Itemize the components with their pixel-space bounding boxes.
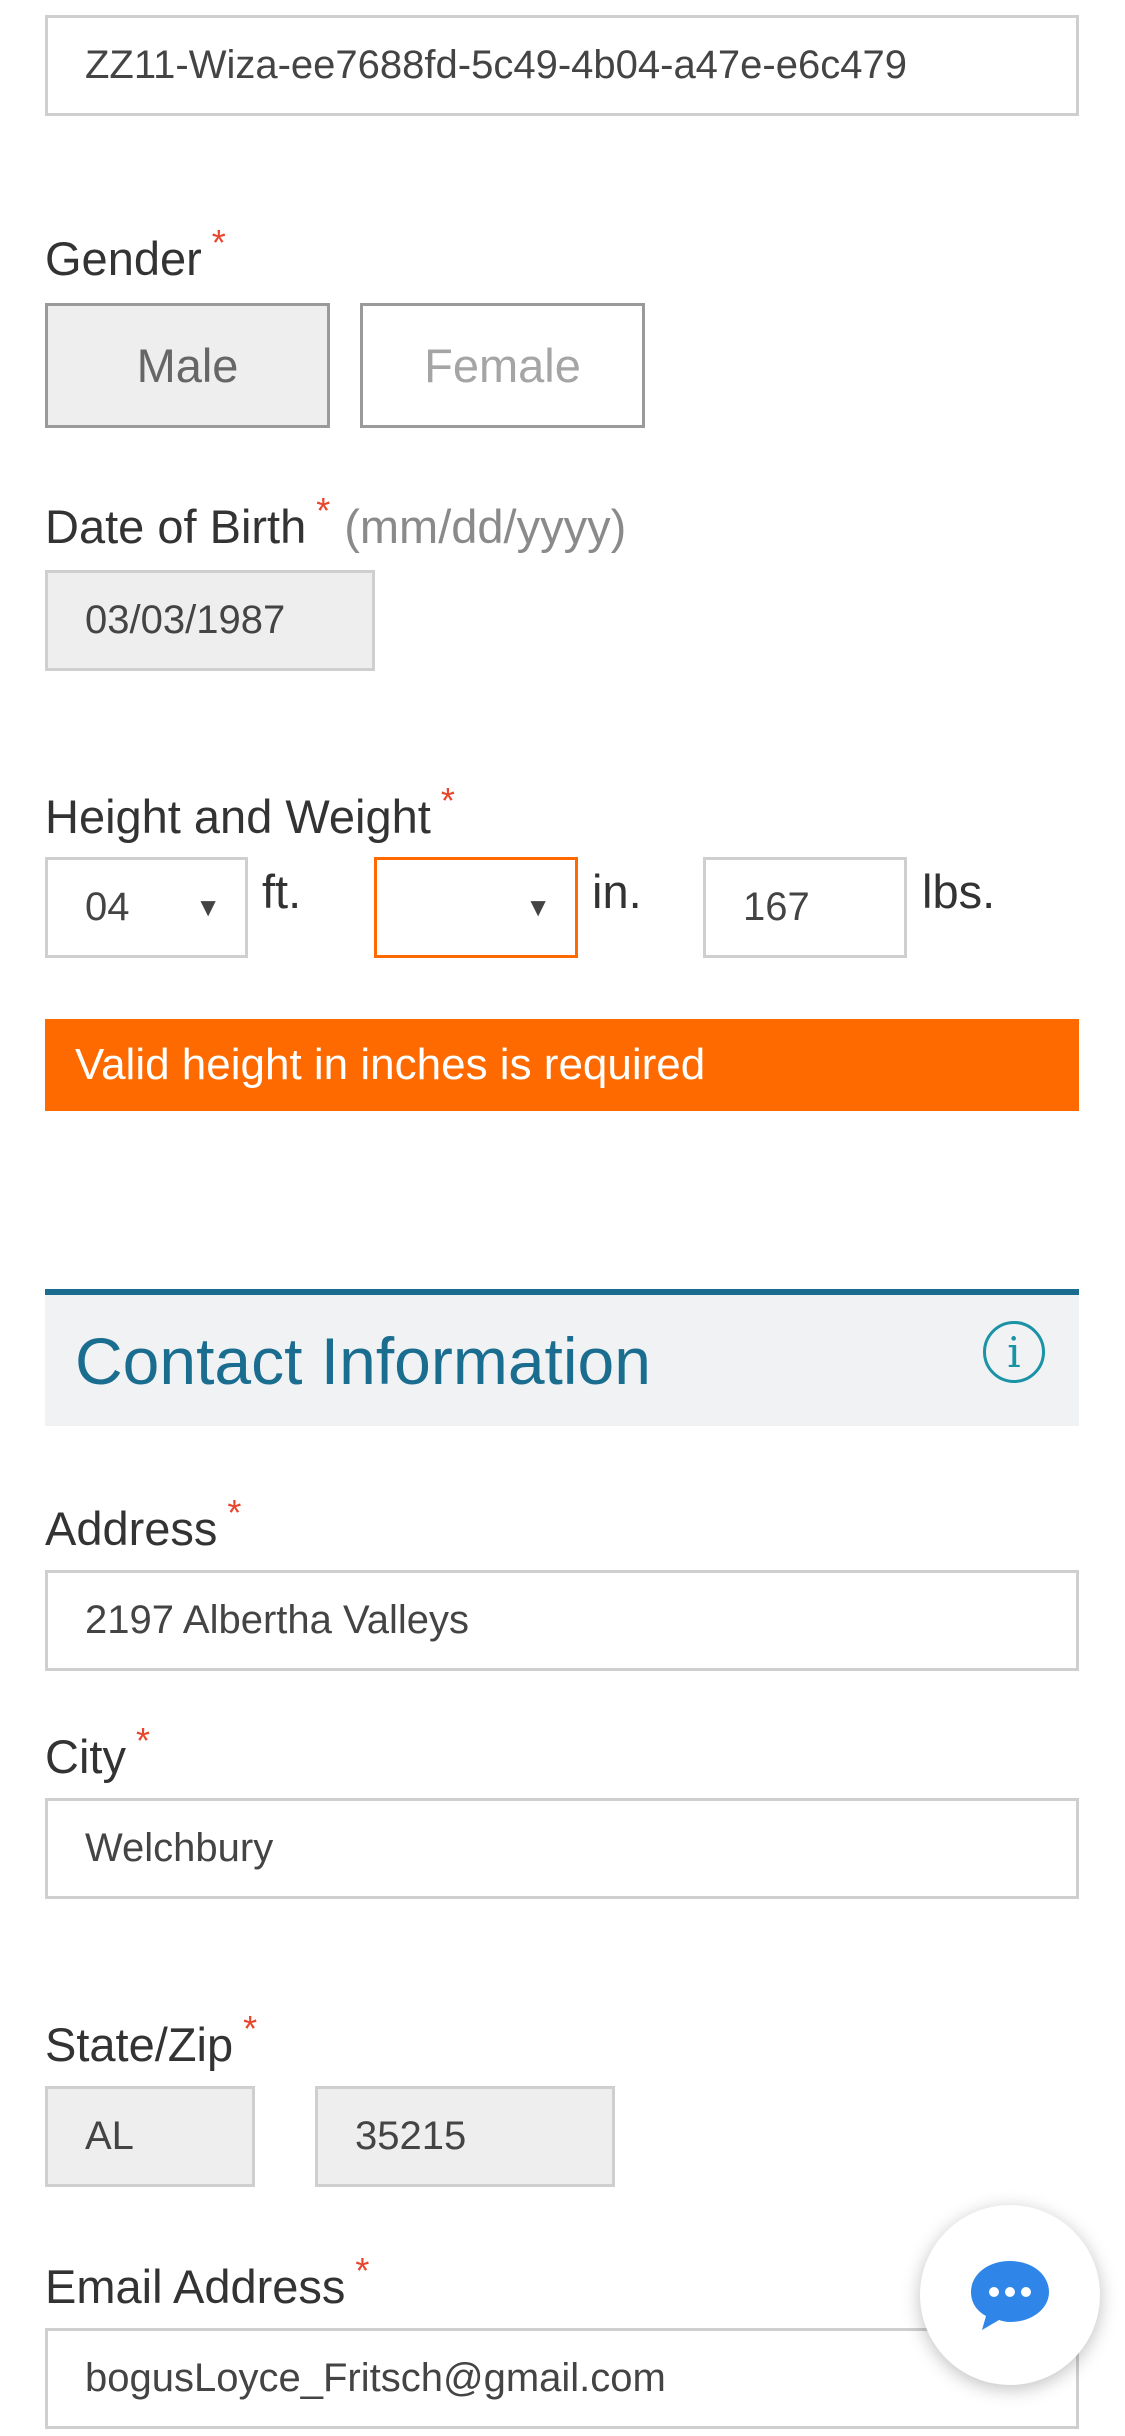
zip-field[interactable]: 35215: [315, 2086, 615, 2187]
dob-label: Date of Birth * (mm/dd/yyyy): [45, 490, 627, 553]
required-mark: *: [355, 2250, 370, 2291]
state-zip-label: State/Zip *: [45, 2008, 258, 2071]
height-feet-value: 04: [85, 885, 130, 929]
contact-section-title: Contact Information: [75, 1323, 651, 1398]
email-value: bogusLoyce_Fritsch@gmail.com: [85, 2356, 666, 2400]
height-error-banner: Valid height in inches is required: [45, 1019, 1079, 1111]
state-field[interactable]: AL: [45, 2086, 255, 2187]
caret-down-icon: ▼: [195, 892, 221, 922]
zip-value: 35215: [355, 2114, 467, 2158]
dob-value: 03/03/1987: [85, 598, 286, 642]
height-inches-select[interactable]: ▼: [374, 857, 578, 958]
state-value: AL: [85, 2114, 134, 2158]
city-value: Welchbury: [85, 1826, 274, 1870]
gender-label: Gender *: [45, 222, 226, 285]
info-icon[interactable]: i: [983, 1321, 1045, 1383]
weight-field[interactable]: 167: [703, 857, 907, 958]
email-label: Email Address *: [45, 2250, 370, 2313]
dob-field[interactable]: 03/03/1987: [45, 570, 375, 671]
chat-bubble-icon: [971, 2261, 1049, 2330]
chat-button[interactable]: [920, 2205, 1100, 2385]
inches-unit-label: in.: [592, 865, 642, 918]
required-mark: *: [227, 1492, 242, 1533]
dob-format-hint: (mm/dd/yyyy): [344, 500, 627, 553]
height-error-text: Valid height in inches is required: [75, 1040, 706, 1089]
height-feet-select[interactable]: 04 ▼: [45, 857, 248, 958]
required-mark: *: [243, 2008, 258, 2049]
required-mark: *: [135, 1720, 150, 1761]
member-id-value: ZZ11-Wiza-ee7688fd-5c49-4b04-a47e-e6c479: [85, 43, 907, 87]
address-field[interactable]: 2197 Albertha Valleys: [45, 1570, 1079, 1671]
gender-male-button[interactable]: Male: [45, 303, 330, 428]
required-mark: *: [440, 780, 455, 821]
weight-value: 167: [743, 885, 810, 929]
height-weight-label: Height and Weight *: [45, 780, 455, 843]
gender-female-button[interactable]: Female: [360, 303, 645, 428]
required-mark: *: [316, 490, 331, 531]
city-label: City *: [45, 1720, 150, 1783]
email-field[interactable]: bogusLoyce_Fritsch@gmail.com: [45, 2328, 1079, 2429]
required-mark: *: [211, 222, 226, 263]
caret-down-icon: ▼: [525, 892, 551, 922]
member-id-field[interactable]: ZZ11-Wiza-ee7688fd-5c49-4b04-a47e-e6c479: [45, 15, 1079, 116]
address-value: 2197 Albertha Valleys: [85, 1598, 469, 1642]
contact-section-header: Contact Information: [45, 1289, 1079, 1426]
feet-unit-label: ft.: [262, 865, 302, 918]
weight-unit-label: lbs.: [922, 865, 996, 918]
address-label: Address *: [45, 1492, 242, 1555]
city-field[interactable]: Welchbury: [45, 1798, 1079, 1899]
